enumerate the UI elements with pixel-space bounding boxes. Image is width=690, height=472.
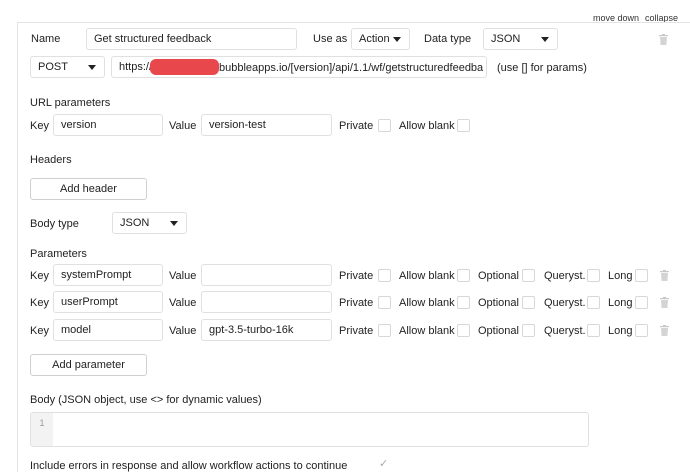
private-checkbox[interactable] — [378, 269, 391, 282]
allow-blank-checkbox[interactable] — [457, 119, 470, 132]
line-number: 1 — [39, 418, 45, 428]
method-dropdown[interactable]: POST — [30, 56, 105, 78]
long-label: Long — [608, 325, 633, 337]
body-type-value: JSON — [120, 217, 150, 229]
body-label: Body (JSON object, use <> for dynamic va… — [30, 394, 262, 406]
long-label: Long — [608, 270, 633, 282]
url-param-key-input[interactable]: version — [53, 114, 163, 136]
body-type-dropdown[interactable]: JSON — [112, 212, 187, 234]
add-parameter-button[interactable]: Add parameter — [30, 354, 147, 376]
long-checkbox[interactable] — [635, 296, 648, 309]
queryst-checkbox[interactable] — [587, 296, 600, 309]
allow-blank-checkbox[interactable] — [457, 324, 470, 337]
key-label: Key — [30, 270, 49, 282]
url-parameters-title: URL parameters — [30, 97, 111, 109]
key-label: Key — [30, 297, 49, 309]
trash-icon[interactable] — [659, 34, 668, 45]
trash-icon[interactable] — [660, 297, 669, 308]
value-label: Value — [169, 297, 197, 309]
trash-icon[interactable] — [660, 325, 669, 336]
value-label: Value — [169, 120, 197, 132]
long-label: Long — [608, 297, 633, 309]
data-type-value: JSON — [491, 33, 521, 45]
queryst-label: Queryst. — [544, 325, 586, 337]
queryst-checkbox[interactable] — [587, 324, 600, 337]
queryst-label: Queryst. — [544, 297, 586, 309]
long-checkbox[interactable] — [635, 269, 648, 282]
param-key-input[interactable]: systemPrompt — [53, 264, 163, 286]
include-errors-label: Include errors in response and allow wor… — [30, 460, 348, 472]
optional-checkbox[interactable] — [522, 296, 535, 309]
allow-blank-label: Allow blank — [399, 120, 455, 132]
checkmark-icon[interactable]: ✓ — [379, 457, 388, 470]
optional-label: Optional — [478, 325, 519, 337]
value-label: Value — [169, 270, 197, 282]
name-label: Name — [31, 33, 61, 45]
private-label: Private — [339, 325, 374, 337]
caret-down-icon — [170, 221, 178, 226]
param-value-input[interactable] — [201, 264, 332, 286]
param-key-input[interactable]: userPrompt — [53, 291, 163, 313]
queryst-label: Queryst. — [544, 270, 586, 282]
key-label: Key — [30, 120, 49, 132]
use-as-label: Use as — [313, 33, 348, 45]
private-label: Private — [339, 120, 374, 132]
param-key-input[interactable]: model — [53, 319, 163, 341]
private-label: Private — [339, 297, 374, 309]
key-label: Key — [30, 325, 49, 337]
value-label: Value — [169, 325, 197, 337]
private-checkbox[interactable] — [378, 119, 391, 132]
caret-down-icon — [541, 37, 549, 42]
url-suffix: bubbleapps.io/[version]/api/1.1/wf/getst… — [219, 62, 484, 74]
body-code-editor[interactable]: 1 — [30, 412, 589, 447]
optional-label: Optional — [478, 270, 519, 282]
use-as-dropdown[interactable]: Action — [351, 28, 410, 50]
allow-blank-label: Allow blank — [399, 325, 455, 337]
private-checkbox[interactable] — [378, 296, 391, 309]
optional-checkbox[interactable] — [522, 324, 535, 337]
line-number-gutter: 1 — [31, 413, 53, 446]
private-label: Private — [339, 270, 374, 282]
url-hint: (use [] for params) — [497, 62, 587, 74]
data-type-dropdown[interactable]: JSON — [483, 28, 558, 50]
trash-icon[interactable] — [660, 270, 669, 281]
allow-blank-label: Allow blank — [399, 270, 455, 282]
private-checkbox[interactable] — [378, 324, 391, 337]
parameters-title: Parameters — [30, 248, 87, 260]
param-value-input[interactable] — [201, 291, 332, 313]
optional-checkbox[interactable] — [522, 269, 535, 282]
url-param-value-input[interactable]: version-test — [201, 114, 332, 136]
caret-down-icon — [88, 65, 96, 70]
queryst-checkbox[interactable] — [587, 269, 600, 282]
add-header-button[interactable]: Add header — [30, 178, 147, 200]
allow-blank-checkbox[interactable] — [457, 269, 470, 282]
url-redaction — [150, 59, 219, 75]
long-checkbox[interactable] — [635, 324, 648, 337]
caret-down-icon — [393, 37, 401, 42]
use-as-value: Action — [359, 33, 390, 45]
name-input[interactable]: Get structured feedback — [86, 28, 297, 50]
body-type-label: Body type — [30, 218, 79, 230]
data-type-label: Data type — [424, 33, 472, 45]
allow-blank-checkbox[interactable] — [457, 296, 470, 309]
param-value-input[interactable]: gpt-3.5-turbo-16k — [201, 319, 332, 341]
url-prefix: https:// — [119, 61, 153, 73]
method-value: POST — [38, 61, 68, 73]
allow-blank-label: Allow blank — [399, 297, 455, 309]
optional-label: Optional — [478, 297, 519, 309]
headers-title: Headers — [30, 154, 72, 166]
